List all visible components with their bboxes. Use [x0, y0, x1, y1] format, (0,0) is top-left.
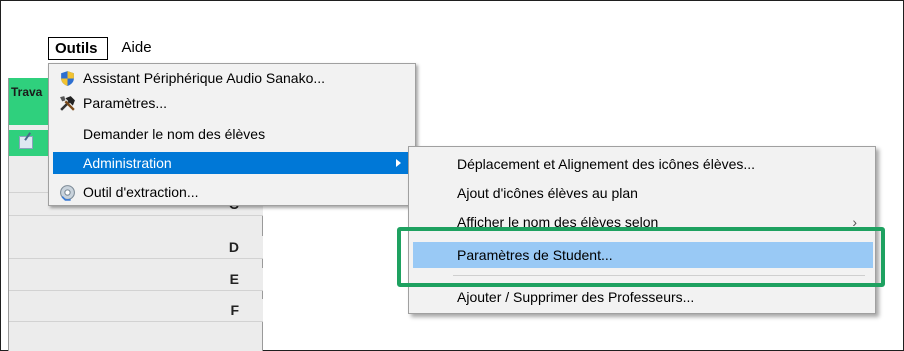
menu-item-label: Outil d'extraction... [83, 184, 199, 200]
panel-row-f[interactable]: F [9, 299, 263, 322]
outils-dropdown: Assistant Périphérique Audio Sanako... P… [48, 63, 416, 206]
submenu-arrow-icon [396, 159, 401, 167]
panel-header-text: Trava [11, 85, 43, 99]
submenu-item-label: Déplacement et Alignement des icônes élè… [457, 156, 756, 172]
menu-bar: Outils Aide [48, 37, 158, 60]
menu-item-label: Administration [83, 155, 172, 171]
submenu-item-deplacement-alignement[interactable]: Déplacement et Alignement des icônes élè… [413, 151, 873, 177]
panel-row-e[interactable]: E [9, 268, 263, 291]
menu-item-label: Paramètres... [83, 95, 168, 111]
submenu-item-label: Ajouter / Supprimer des Professeurs... [457, 289, 695, 305]
menu-item-label: Demander le nom des élèves [83, 126, 266, 142]
highlight-annotation-box [397, 227, 885, 287]
menu-item-administration[interactable]: Administration [53, 152, 413, 174]
edit-icon [19, 136, 33, 149]
tools-icon [60, 96, 75, 111]
menu-item-outil-extraction[interactable]: Outil d'extraction... [53, 181, 413, 203]
submenu-item-ajouter-supprimer-professeurs[interactable]: Ajouter / Supprimer des Professeurs... [413, 284, 873, 310]
row-label: F [230, 302, 239, 318]
menu-item-demander-nom[interactable]: Demander le nom des élèves [53, 123, 413, 145]
menu-outils[interactable]: Outils [48, 37, 108, 60]
shield-icon [61, 71, 74, 86]
menu-item-assistant-audio[interactable]: Assistant Périphérique Audio Sanako... [53, 67, 413, 89]
submenu-item-label: Ajout d'icônes élèves au plan [457, 185, 638, 201]
panel-row-d[interactable]: D [9, 236, 263, 259]
row-label: D [228, 239, 239, 255]
row-label: E [229, 271, 239, 287]
extraction-icon [60, 185, 75, 201]
menu-item-parametres[interactable]: Paramètres... [53, 92, 413, 114]
menu-item-label: Assistant Périphérique Audio Sanako... [83, 70, 326, 86]
menu-aide[interactable]: Aide [116, 37, 158, 60]
submenu-item-ajout-icones[interactable]: Ajout d'icônes élèves au plan [413, 180, 873, 206]
